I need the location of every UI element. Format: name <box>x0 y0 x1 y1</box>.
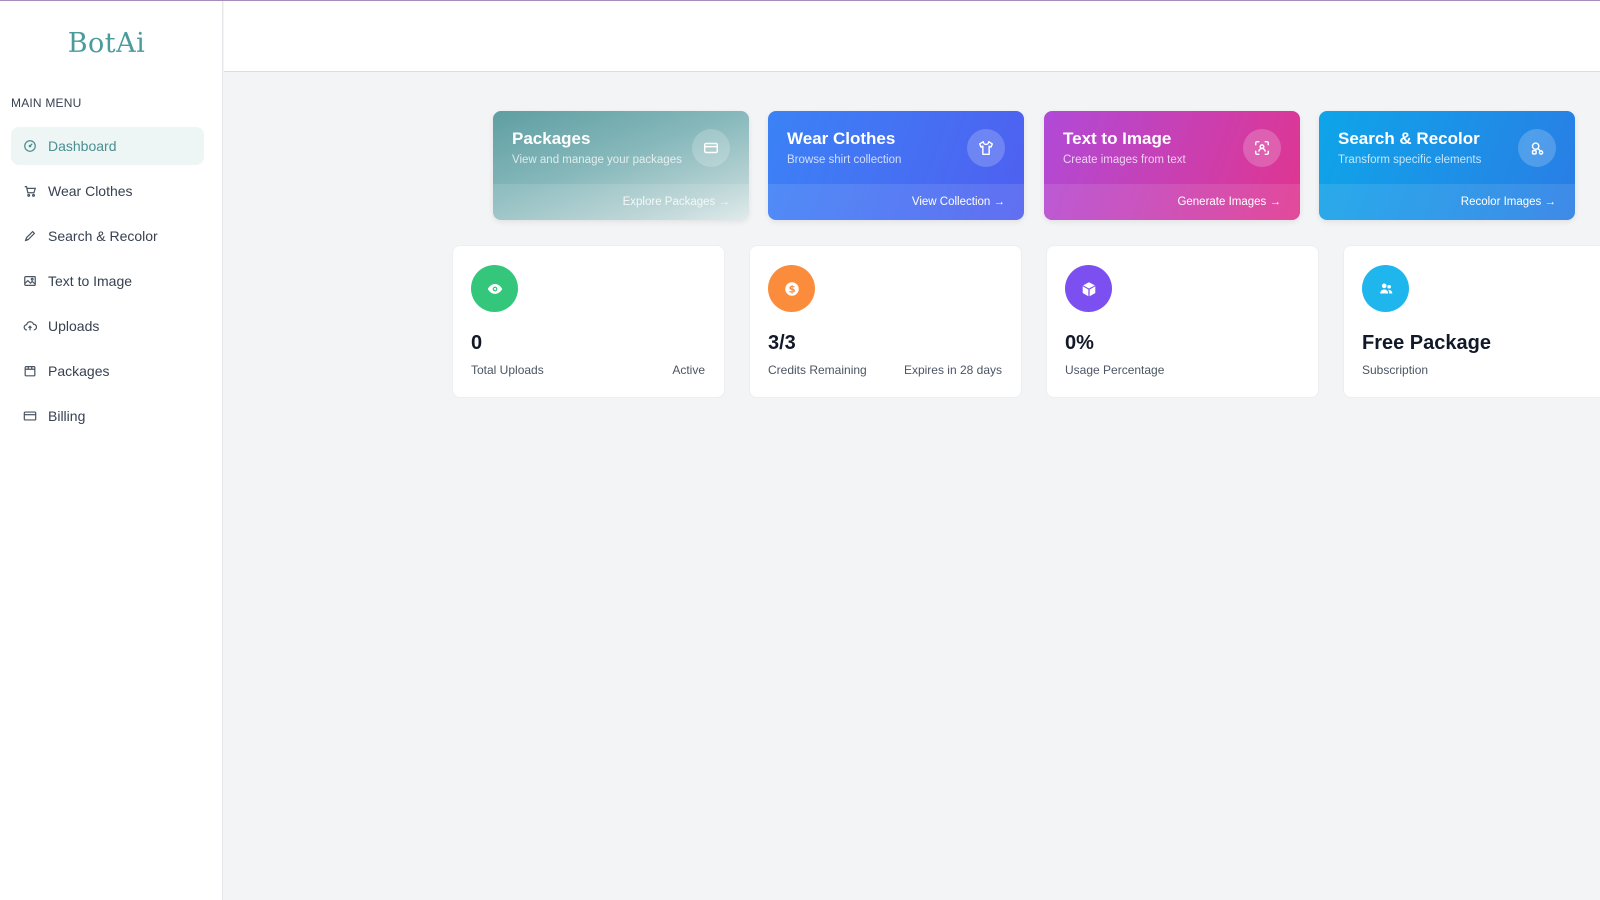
card-title: Text to Image <box>1063 129 1172 148</box>
eye-icon <box>471 265 518 312</box>
sidebar-item-label: Packages <box>48 363 110 379</box>
sidebar-item-label: Billing <box>48 408 86 424</box>
sidebar-item-label: Wear Clothes <box>48 183 133 199</box>
card-subtitle: Browse shirt collection <box>787 154 902 166</box>
cart-icon <box>23 184 37 198</box>
card-icon <box>692 129 730 167</box>
stat-label: Subscription <box>1362 363 1429 377</box>
pencil-icon <box>23 229 37 243</box>
main-menu-heading: MAIN MENU <box>11 96 82 110</box>
sidebar-item-label: Search & Recolor <box>48 228 158 244</box>
recolor-images-link[interactable]: Recolor Images → <box>1319 184 1575 220</box>
search-shapes-icon <box>1518 129 1556 167</box>
sidebar-item-billing[interactable]: Billing <box>11 397 204 435</box>
sidebar-item-label: Dashboard <box>48 138 117 154</box>
card-title: Wear Clothes <box>787 129 896 148</box>
sidebar-item-label: Text to Image <box>48 273 133 289</box>
sidebar-item-wear-clothes[interactable]: Wear Clothes <box>11 172 204 210</box>
dollar-icon: $ <box>768 265 815 312</box>
card-subtitle: View and manage your packages <box>512 154 682 166</box>
view-collection-link[interactable]: View Collection → <box>768 184 1024 220</box>
stat-expiry: Expires in 28 days <box>903 363 1002 377</box>
sidebar-item-dashboard[interactable]: Dashboard <box>11 127 204 165</box>
stat-status: Active <box>672 363 705 377</box>
stat-value: Free Package <box>1362 332 1491 354</box>
usage-percentage-card: 0% Usage Percentage <box>1046 245 1319 398</box>
svg-text:$: $ <box>788 284 795 295</box>
total-uploads-card: 0 Total Uploads Active <box>452 245 725 398</box>
explore-packages-link[interactable]: Explore Packages → <box>493 184 749 220</box>
card-subtitle: Create images from text <box>1063 154 1186 166</box>
users-icon <box>1362 265 1409 312</box>
sidebar: BotAi MAIN MENU Dashboard Wear Clothes S… <box>0 0 223 900</box>
credit-card-icon <box>23 409 37 423</box>
text-to-image-card[interactable]: Text to Image Create images from text Ge… <box>1044 111 1300 220</box>
app-logo[interactable]: BotAi <box>0 28 213 59</box>
subscription-card: Free Package Subscription <box>1343 245 1600 398</box>
card-title: Search & Recolor <box>1338 129 1480 148</box>
image-icon <box>23 274 37 288</box>
stat-value: 3/3 <box>768 332 796 354</box>
stat-value: 0 <box>471 332 483 354</box>
cloud-upload-icon <box>23 319 37 333</box>
cube-icon <box>1065 265 1112 312</box>
gauge-icon <box>23 139 37 153</box>
stat-label: Total Uploads <box>471 363 544 377</box>
scan-face-icon <box>1243 129 1281 167</box>
top-accent-line <box>0 0 1600 1</box>
search-recolor-card[interactable]: Search & Recolor Transform specific elem… <box>1319 111 1575 220</box>
shirt-icon <box>967 129 1005 167</box>
generate-images-link[interactable]: Generate Images → <box>1044 184 1300 220</box>
card-subtitle: Transform specific elements <box>1338 154 1482 166</box>
sidebar-item-search-recolor[interactable]: Search & Recolor <box>11 217 204 255</box>
credits-remaining-card: $ 3/3 Credits Remaining Expires in 28 da… <box>749 245 1022 398</box>
packages-card[interactable]: Packages View and manage your packages E… <box>493 111 749 220</box>
stat-label: Usage Percentage <box>1065 363 1165 377</box>
stat-label: Credits Remaining <box>768 363 867 377</box>
top-header <box>224 1 1600 72</box>
sidebar-item-text-to-image[interactable]: Text to Image <box>11 262 204 300</box>
sidebar-item-label: Uploads <box>48 318 100 334</box>
sidebar-item-packages[interactable]: Packages <box>11 352 204 390</box>
card-title: Packages <box>512 129 591 148</box>
sidebar-item-uploads[interactable]: Uploads <box>11 307 204 345</box>
wear-clothes-card[interactable]: Wear Clothes Browse shirt collection Vie… <box>768 111 1024 220</box>
stat-value: 0% <box>1065 332 1094 354</box>
package-icon <box>23 364 37 378</box>
sidebar-nav: Dashboard Wear Clothes Search & Recolor … <box>11 127 204 442</box>
